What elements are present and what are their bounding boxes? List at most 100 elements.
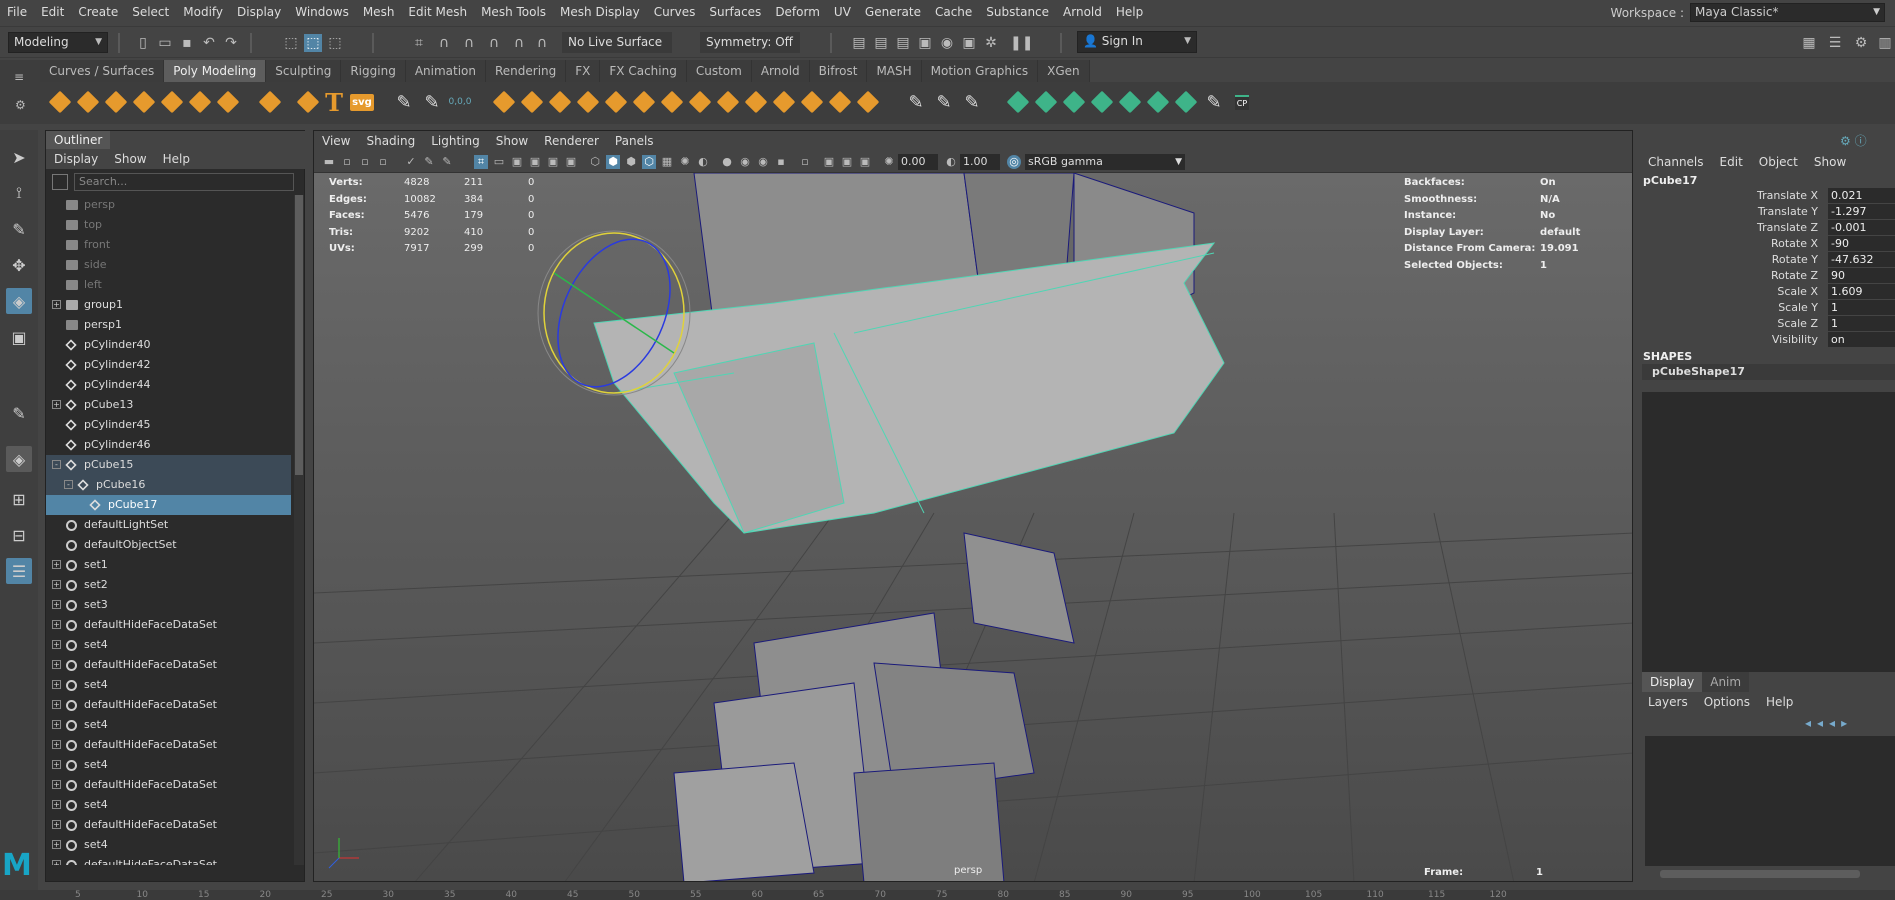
bevel-icon[interactable] [658,88,686,116]
search-input[interactable]: Search... [74,173,294,191]
outliner-item[interactable]: + set4 [46,715,291,735]
channel-value-field[interactable]: 1 [1828,300,1895,315]
center-pivot-icon[interactable]: CP [1228,88,1256,116]
connect-icon[interactable] [826,88,854,116]
xray-components-icon[interactable]: ▣ [858,155,872,169]
shelf-tab-rigging[interactable]: Rigging [341,60,406,82]
exposure-icon[interactable]: ✺ [882,155,896,169]
safe-action-icon[interactable]: ▣ [564,155,578,169]
camera-attributes-icon[interactable]: ▫ [340,155,354,169]
outliner-item[interactable]: pCylinder46 [46,435,291,455]
poly-modeling-toolkit-icon[interactable]: ✎ [418,88,446,116]
gamma-field[interactable]: 1.00 [960,154,1000,170]
cone-icon[interactable] [130,88,158,116]
outliner-title[interactable]: Outliner [46,131,111,149]
fill-hole-icon[interactable] [686,88,714,116]
modeling-toolkit-icon[interactable]: ▦ [1800,34,1818,52]
gate-mask-icon[interactable]: ▣ [528,155,542,169]
boolean-icon[interactable] [574,88,602,116]
lasso-tool-icon[interactable]: ⟟ [6,180,32,206]
quad-draw-icon[interactable]: ✎ [902,88,930,116]
bookmark-icon[interactable]: ▫ [358,155,372,169]
channel-row[interactable]: Visibility on [1640,332,1895,348]
expand-toggle-icon[interactable]: + [52,640,61,649]
outliner-item[interactable]: + set3 [46,595,291,615]
channel-row[interactable]: Rotate Z 90 [1640,268,1895,284]
outliner-item[interactable]: + defaultHideFaceDataSet [46,855,291,865]
shelf-tab-mash[interactable]: MASH [867,60,922,82]
outliner-item[interactable]: persp [46,195,291,215]
channel-row[interactable]: Scale Y 1 [1640,300,1895,316]
color-management-icon[interactable]: ◎ [1007,155,1021,169]
rotate-tool-icon[interactable]: ◈ [6,288,32,314]
viewport-menu-show[interactable]: Show [488,131,536,151]
expand-toggle-icon[interactable]: + [52,780,61,789]
outliner-item[interactable]: + defaultHideFaceDataSet [46,815,291,835]
layer-menu-layers[interactable]: Layers [1640,692,1696,712]
outliner-item[interactable]: pCylinder40 [46,335,291,355]
menu-generate[interactable]: Generate [858,0,928,24]
layer-menu-options[interactable]: Options [1696,692,1758,712]
channel-value-field[interactable]: -90 [1828,236,1895,251]
tool-settings-icon[interactable]: ⚙ [1852,34,1870,52]
shadows-icon[interactable]: ◐ [696,155,710,169]
menu-windows[interactable]: Windows [288,0,356,24]
outliner-item[interactable]: + defaultHideFaceDataSet [46,735,291,755]
3d-scene[interactable]: Verts: 4828 211 0 Edges: 10082 384 0 Faces: 5476 1… [314,172,1632,881]
merge-icon[interactable] [854,88,882,116]
plane-icon[interactable] [186,88,214,116]
layer-menu-help[interactable]: Help [1758,692,1801,712]
viewport-menu-view[interactable]: View [314,131,358,151]
knife-icon[interactable]: ✎ [958,88,986,116]
shelf-tab-fx[interactable]: FX [566,60,601,82]
expand-toggle-icon[interactable]: + [52,700,61,709]
menu-modify[interactable]: Modify [176,0,230,24]
cube-icon[interactable] [74,88,102,116]
outliner-menu-help[interactable]: Help [155,149,198,169]
uv-spherical-icon[interactable] [1060,88,1088,116]
shelf-tab-animation[interactable]: Animation [405,60,486,82]
target-weld-icon[interactable] [714,88,742,116]
channel-box-icon[interactable]: ▥ [1876,34,1894,52]
use-lights-icon[interactable]: ✺ [678,155,692,169]
expand-toggle-icon[interactable]: + [52,800,61,809]
outliner-item[interactable]: + set1 [46,555,291,575]
layer-scrollbar[interactable] [1660,870,1860,878]
save-scene-icon[interactable]: ▪ [178,34,196,52]
channel-row[interactable]: Scale X 1.609 [1640,284,1895,300]
channel-box-toggle-icon[interactable]: ⚙ ⓘ [1840,132,1867,149]
expand-toggle-icon[interactable]: + [52,620,61,629]
snap-surface-icon[interactable]: ∩ [510,34,528,52]
uv-auto-icon[interactable] [1088,88,1116,116]
menu-select[interactable]: Select [125,0,176,24]
menu-display[interactable]: Display [230,0,288,24]
outliner-item[interactable]: - pCube16 [46,475,291,495]
shelf-tab-arnold[interactable]: Arnold [751,60,810,82]
outliner-item[interactable]: + defaultHideFaceDataSet [46,615,291,635]
outliner-menu-display[interactable]: Display [46,149,106,169]
paint-select-icon[interactable]: ✎ [6,216,32,242]
persp-outliner-icon[interactable]: ⊟ [6,522,32,548]
new-scene-icon[interactable]: ▯ [134,34,152,52]
outliner-item[interactable]: + set4 [46,795,291,815]
channel-menu-channels[interactable]: Channels [1640,152,1712,172]
bridge-icon[interactable] [630,88,658,116]
channel-row[interactable]: Translate X 0.021 [1640,188,1895,204]
outliner-item[interactable]: side [46,255,291,275]
render-view-icon[interactable]: ▣ [916,34,934,52]
last-tool-icon[interactable]: ✎ [6,400,32,426]
outliner-item[interactable]: + pCube13 [46,395,291,415]
outliner-item[interactable]: + set4 [46,675,291,695]
wireframe-on-shaded-icon[interactable]: ⬡ [642,155,656,169]
channel-menu-object[interactable]: Object [1751,152,1806,172]
multi-cut-icon[interactable] [798,88,826,116]
menu-set-dropdown[interactable]: Modeling ▼ [8,32,108,53]
channel-value-field[interactable]: -47.632 [1828,252,1895,267]
sphere-icon[interactable] [46,88,74,116]
uv-sew-icon[interactable]: ✎ [1200,88,1228,116]
menu-edit-mesh[interactable]: Edit Mesh [401,0,474,24]
outliner-item[interactable]: + set2 [46,575,291,595]
layer-tab-anim[interactable]: Anim [1702,672,1750,692]
channel-row[interactable]: Translate Y -1.297 [1640,204,1895,220]
pause-icon[interactable]: ❚❚ [1010,34,1033,52]
